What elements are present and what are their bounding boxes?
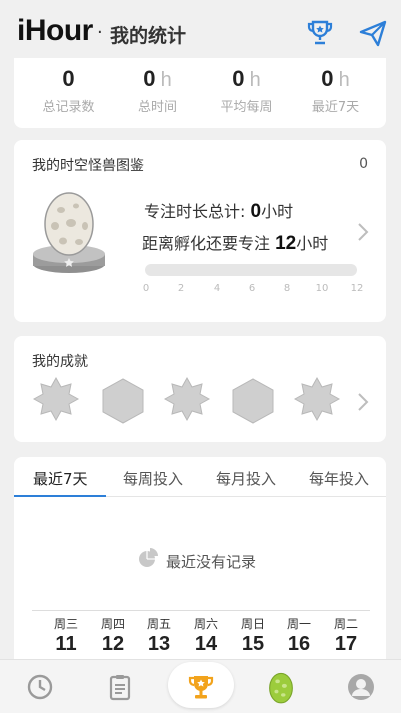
stat-unit: h [249, 69, 261, 91]
focus-total-unit: 小时 [261, 202, 294, 221]
day-name: 周四 [100, 617, 125, 631]
stat-label: 最近7天 [311, 100, 360, 115]
clipboard-icon [109, 675, 131, 701]
nav-statistics[interactable] [161, 660, 241, 713]
stat-total-time: 0 h 总时间 [111, 66, 204, 115]
clock-icon [27, 674, 53, 700]
day-name: 周一 [286, 617, 311, 631]
trophy-icon[interactable] [305, 18, 335, 48]
achievement-badge-hexagon-icon [228, 376, 278, 426]
day-number: 14 [194, 633, 218, 655]
progress-tick: 8 [283, 283, 291, 294]
pie-chart-icon [138, 548, 158, 568]
stat-value: 0 [232, 66, 245, 91]
tab-last-7-days[interactable]: 最近7天 [33, 468, 88, 489]
day-label: 周日 15 [233, 615, 273, 656]
period-tabs: 最近7天 每周投入 每月投入 每年投入 [14, 457, 386, 497]
chevron-right-icon[interactable] [356, 392, 370, 412]
stat-label: 总时间 [137, 100, 177, 115]
achievement-badge-star-icon [292, 376, 342, 426]
progress-tick: 12 [350, 283, 364, 294]
day-name: 周三 [53, 617, 78, 631]
trend-card: 最近7天 每周投入 每月投入 每年投入 最近没有记录 周三 11 周四 12 周… [14, 457, 386, 667]
achievement-badge-hexagon-icon [98, 376, 148, 426]
progress-tick: 4 [213, 283, 221, 294]
nav-records[interactable] [80, 660, 160, 713]
app-brand: iHour [17, 14, 93, 47]
day-number: 16 [287, 633, 311, 655]
bottom-navigation [0, 659, 401, 713]
day-label: 周二 17 [326, 615, 366, 656]
stat-label: 平均每周 [220, 100, 273, 115]
active-tab-indicator [14, 495, 106, 497]
achievement-badge-star-icon [162, 376, 212, 426]
focus-total-prefix: 专注时长总计: [144, 202, 251, 221]
stat-value: 0 [143, 66, 156, 91]
stat-value: 0 [321, 66, 334, 91]
day-number: 17 [334, 633, 358, 655]
focus-total-value: 0 [250, 201, 262, 222]
day-name: 周六 [193, 617, 218, 631]
trophy-icon [188, 676, 214, 699]
tab-weekly[interactable]: 每周投入 [123, 468, 183, 489]
day-label: 周三 11 [46, 615, 86, 656]
stat-value: 0 [62, 66, 75, 91]
send-icon[interactable] [358, 18, 388, 48]
monster-count: 0 [359, 156, 368, 172]
hatch-value: 12 [275, 233, 297, 254]
achievements-card[interactable]: 我的成就 [14, 336, 386, 442]
title-separator: · [97, 22, 103, 43]
progress-tick: 2 [177, 283, 185, 294]
stat-last-7-days: 0 h 最近7天 [289, 66, 382, 115]
day-label: 周四 12 [93, 615, 133, 656]
stat-label: 总记录数 [42, 100, 95, 115]
progress-tick: 0 [142, 283, 150, 294]
chart-axis-line [32, 610, 370, 611]
summary-stats-card: 0 总记录数 0 h 总时间 0 h 平均每周 0 h 最近7天 [14, 58, 386, 128]
day-number: 11 [55, 633, 77, 655]
day-number: 13 [147, 633, 171, 655]
day-label: 周一 16 [279, 615, 319, 656]
card-title: 我的时空怪兽图鉴 [32, 158, 144, 174]
achievement-badge-star-icon [31, 376, 81, 426]
day-name: 周日 [240, 617, 265, 631]
egg-icon [269, 672, 293, 704]
focus-total-text: 专注时长总计: 0小时 [144, 198, 293, 223]
day-label: 周五 13 [139, 615, 179, 656]
hatch-progress-bar [145, 264, 357, 276]
progress-tick: 6 [248, 283, 256, 294]
nav-timer[interactable] [0, 660, 80, 713]
day-label: 周六 14 [186, 615, 226, 656]
chevron-right-icon[interactable] [356, 222, 370, 242]
empty-state-text: 最近没有记录 [166, 553, 257, 571]
tab-yearly[interactable]: 每年投入 [309, 468, 369, 489]
app-header: iHour · 我的统计 [0, 0, 401, 64]
nav-profile[interactable] [321, 660, 401, 713]
day-number: 15 [241, 633, 265, 655]
progress-tick: 10 [315, 283, 329, 294]
egg-on-pedestal-icon [28, 190, 110, 285]
monster-collection-card[interactable]: 我的时空怪兽图鉴 0 专注时长总计: 0小时 距离孵化还要专注 12小时 0 2… [14, 140, 386, 322]
day-name: 周五 [146, 617, 171, 631]
stat-total-records: 0 总记录数 [22, 66, 115, 115]
card-title: 我的成就 [32, 354, 88, 370]
page-title: 我的统计 [110, 25, 187, 47]
stat-unit: h [338, 69, 350, 91]
stat-weekly-average: 0 h 平均每周 [200, 66, 293, 115]
tab-monthly[interactable]: 每月投入 [216, 468, 276, 489]
day-number: 12 [101, 633, 125, 655]
day-name: 周二 [333, 617, 358, 631]
hatch-prefix: 距离孵化还要专注 [142, 234, 276, 253]
nav-monster[interactable] [241, 660, 321, 713]
hatch-remaining-text: 距离孵化还要专注 12小时 [142, 230, 328, 255]
user-icon [348, 674, 374, 700]
stat-unit: h [160, 69, 172, 91]
hatch-unit: 小时 [296, 234, 329, 253]
